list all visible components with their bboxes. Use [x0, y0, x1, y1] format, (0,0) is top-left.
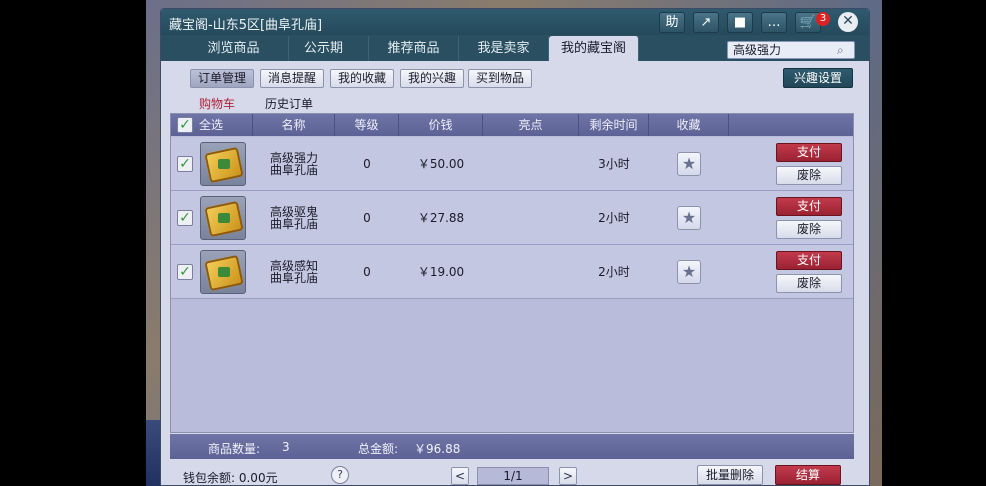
header-name: 名称: [253, 114, 335, 136]
table-row: ✓ 高级驱鬼 曲阜孔庙 0 ￥27.88 2小时 ★ 支付 废除: [171, 191, 853, 245]
question-mark-icon[interactable]: ?: [331, 466, 349, 484]
chat-button[interactable]: …: [761, 12, 787, 33]
next-page-button[interactable]: >: [559, 467, 577, 485]
wallet-balance: 钱包余额: 0.00元: [183, 471, 278, 485]
tab-seller[interactable]: 我是卖家: [459, 36, 549, 61]
share-arrow-icon: ↗: [700, 15, 712, 30]
row-checkbox[interactable]: ✓: [177, 156, 193, 172]
item-level: 0: [363, 265, 371, 279]
help-icon: 助: [665, 15, 679, 30]
chat-bubble-icon: …: [767, 15, 781, 30]
order-summary-bar: 商品数量: 3 总金额: ￥96.88: [170, 434, 854, 459]
checkout-button[interactable]: 结算: [775, 465, 841, 485]
item-thumbnail[interactable]: [200, 142, 246, 186]
item-price: ￥19.00: [417, 265, 465, 279]
header-select-all[interactable]: ✓ 全选: [171, 114, 253, 136]
subtab-messages[interactable]: 消息提醒: [260, 69, 324, 88]
close-icon: ✕: [842, 13, 854, 29]
item-server: 曲阜孔庙: [269, 217, 318, 231]
window-title: 藏宝阁-山东5区[曲阜孔庙]: [169, 18, 323, 33]
cart-count-badge: 3: [816, 12, 830, 26]
item-level: 0: [363, 157, 371, 171]
close-button[interactable]: ✕: [838, 12, 858, 32]
page-indicator: 1/1: [477, 467, 549, 485]
total-amount-label: 总金额:: [358, 442, 399, 456]
search-input[interactable]: 高级强力 ⌕: [727, 41, 855, 59]
cart-table: ✓ 全选 名称 等级 价钱 亮点 剩余时间 收藏 ✓ 高级强力 曲阜孔庙 0 ￥…: [170, 113, 854, 433]
treasure-pavilion-window: 藏宝阁-山东5区[曲阜孔庙] 助 ↗ ■ … 🛒 3 ✕ 浏览商品 公示期 推荐…: [160, 8, 870, 486]
header-highlights: 亮点: [483, 114, 579, 136]
row-checkbox[interactable]: ✓: [177, 210, 193, 226]
tab-recommended[interactable]: 推荐商品: [369, 36, 459, 61]
favorite-star-icon[interactable]: ★: [677, 260, 701, 284]
select-all-checkbox[interactable]: ✓: [177, 117, 193, 133]
help-button[interactable]: 助: [659, 12, 685, 33]
remove-button[interactable]: 废除: [776, 166, 842, 185]
item-price: ￥27.88: [417, 211, 465, 225]
total-amount-value: ￥96.88: [414, 442, 461, 456]
order-history-link[interactable]: 历史订单: [265, 95, 313, 112]
table-header: ✓ 全选 名称 等级 价钱 亮点 剩余时间 收藏: [171, 114, 853, 136]
header-price: 价钱: [399, 114, 483, 136]
header-favorite: 收藏: [649, 114, 729, 136]
favorite-star-icon[interactable]: ★: [677, 206, 701, 230]
subtab-favorites[interactable]: 我的收藏: [330, 69, 394, 88]
item-remaining-time: 2小时: [598, 265, 630, 279]
share-button[interactable]: ↗: [693, 12, 719, 33]
item-server: 曲阜孔庙: [269, 271, 318, 285]
remove-button[interactable]: 废除: [776, 274, 842, 293]
search-icon[interactable]: ⌕: [837, 43, 851, 57]
tab-public[interactable]: 公示期: [279, 36, 369, 61]
header-actions: [729, 114, 855, 136]
scroll-seal: [218, 213, 230, 223]
item-thumbnail[interactable]: [200, 250, 246, 294]
table-row: ✓ 高级强力 曲阜孔庙 0 ￥50.00 3小时 ★ 支付 废除: [171, 137, 853, 191]
subtab-interests[interactable]: 我的兴趣: [400, 69, 464, 88]
pay-button[interactable]: 支付: [776, 143, 842, 162]
batch-delete-button[interactable]: 批量删除: [697, 465, 763, 485]
title-bar[interactable]: 藏宝阁-山东5区[曲阜孔庙] 助 ↗ ■ … 🛒 3 ✕: [161, 9, 869, 35]
prev-page-button[interactable]: <: [451, 467, 469, 485]
search-value: 高级强力: [733, 43, 782, 57]
scroll-seal: [218, 159, 230, 169]
pay-button[interactable]: 支付: [776, 251, 842, 270]
item-level: 0: [363, 211, 371, 225]
header-level: 等级: [335, 114, 399, 136]
cart-icon: 🛒: [799, 15, 817, 30]
item-server: 曲阜孔庙: [269, 163, 318, 177]
table-row: ✓ 高级感知 曲阜孔庙 0 ￥19.00 2小时 ★ 支付 废除: [171, 245, 853, 299]
row-checkbox[interactable]: ✓: [177, 264, 193, 280]
favorite-star-icon[interactable]: ★: [677, 152, 701, 176]
stop-button[interactable]: ■: [727, 12, 753, 33]
tab-browse[interactable]: 浏览商品: [179, 36, 289, 61]
item-count-label: 商品数量:: [208, 442, 261, 456]
interest-settings-button[interactable]: 兴趣设置: [783, 68, 853, 88]
main-tabs: 浏览商品 公示期 推荐商品 我是卖家 我的藏宝阁 高级强力 ⌕: [161, 35, 869, 61]
tab-my-pavilion[interactable]: 我的藏宝阁: [549, 36, 639, 61]
subtab-order-management[interactable]: 订单管理: [190, 69, 254, 88]
stop-icon: ■: [733, 15, 747, 30]
item-remaining-time: 3小时: [598, 157, 630, 171]
subtab-purchased[interactable]: 买到物品: [468, 69, 532, 88]
header-select-all-label: 全选: [199, 118, 224, 132]
item-price: ￥50.00: [417, 157, 465, 171]
footer-bar: 钱包余额: 0.00元 ? < 1/1 > 批量删除 结算: [161, 461, 869, 485]
item-thumbnail[interactable]: [200, 196, 246, 240]
item-count-value: 3: [282, 440, 290, 454]
header-remaining-time: 剩余时间: [579, 114, 649, 136]
item-remaining-time: 2小时: [598, 211, 630, 225]
remove-button[interactable]: 废除: [776, 220, 842, 239]
pay-button[interactable]: 支付: [776, 197, 842, 216]
cart-link[interactable]: 购物车: [199, 95, 235, 112]
scroll-seal: [218, 267, 230, 277]
